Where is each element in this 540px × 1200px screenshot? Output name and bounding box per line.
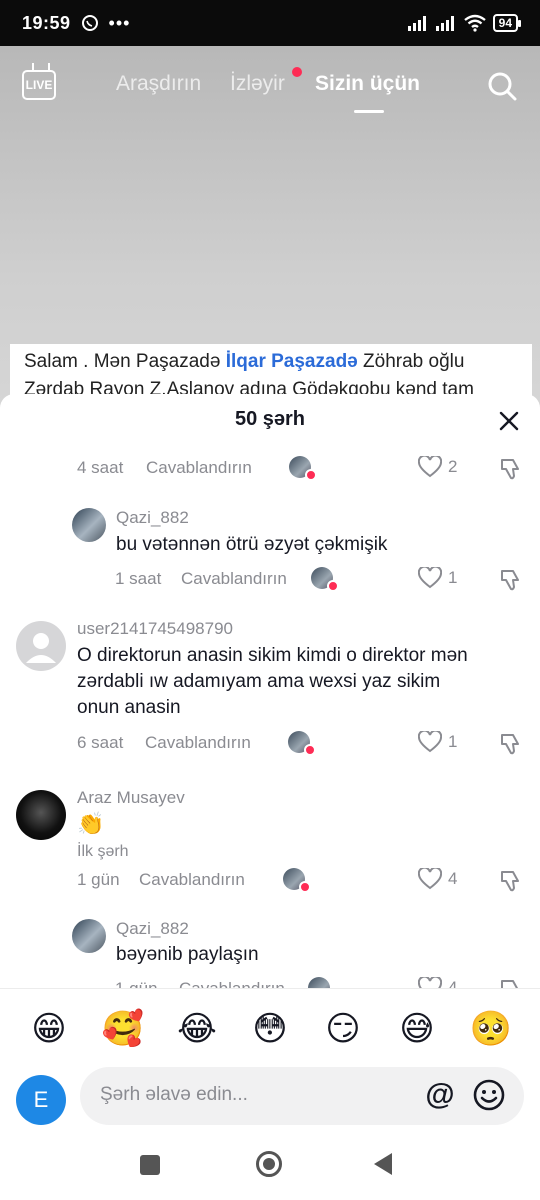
avatar[interactable]: [16, 790, 66, 840]
status-bar: 19:59 ••• 94: [0, 0, 540, 46]
back-button[interactable]: [374, 1153, 392, 1175]
reply-button[interactable]: Cavablandırın: [181, 569, 287, 589]
heart-outline-icon: [418, 567, 442, 589]
comment-time: 4 saat: [77, 458, 124, 477]
signal-icon: [435, 16, 454, 31]
close-icon[interactable]: [498, 410, 520, 432]
mention-icon[interactable]: @: [422, 1077, 458, 1113]
emoji-button[interactable]: 🥰: [101, 1007, 145, 1051]
like-count: 2: [448, 457, 458, 476]
emoji-picker-icon[interactable]: [472, 1078, 506, 1112]
creator-liked-avatar: [311, 567, 339, 592]
creator-liked-avatar: [283, 868, 311, 893]
comment-placeholder: Şərh əlavə edin...: [100, 1084, 248, 1105]
heart-outline-icon: [418, 731, 442, 753]
comment-username[interactable]: Qazi_882: [116, 508, 189, 528]
comment-username[interactable]: Araz Musayev: [77, 788, 185, 808]
dislike-icon[interactable]: [498, 456, 524, 482]
like-count: 4: [448, 869, 458, 888]
heart-outline-icon: [418, 456, 442, 478]
comment-text-line: zərdabli ıw adamıyam ama wexsi yaz sikim: [77, 671, 441, 692]
comment-text: bəyənib paylaşın: [116, 944, 259, 965]
top-navigation: LIVE Araşdırın İzləyir Sizin üçün: [0, 58, 540, 118]
heart-icon: [304, 744, 316, 756]
live-icon[interactable]: LIVE: [22, 70, 56, 100]
dislike-icon[interactable]: [498, 868, 524, 894]
comment-text-line: O direktorun anasin sikim kimdi o direkt…: [77, 645, 468, 666]
tab-for-you[interactable]: Sizin üçün: [315, 72, 420, 96]
comment-time: 1 saat: [115, 569, 162, 588]
comment-username[interactable]: user2141745498790: [77, 619, 233, 639]
creator-liked-avatar: [289, 456, 317, 481]
like-count: 1: [448, 732, 458, 751]
comments-count-title: 50 şərh: [234, 408, 306, 430]
avatar[interactable]: [16, 621, 66, 671]
status-time: 19:59: [22, 12, 71, 33]
avatar-letter: E: [33, 1087, 49, 1112]
system-navigation-bar: [0, 1137, 540, 1200]
battery-level: 94: [498, 16, 512, 30]
heart-icon: [305, 469, 317, 481]
tab-following[interactable]: İzləyir: [230, 72, 285, 96]
like-button[interactable]: 2: [418, 456, 457, 478]
comment-time: 6 saat: [77, 733, 124, 752]
notification-dot: [292, 67, 302, 77]
emoji-button[interactable]: 😂: [175, 1007, 219, 1051]
like-button[interactable]: 1: [418, 567, 457, 589]
active-tab-indicator: [354, 110, 384, 113]
emoji-button[interactable]: 😅: [395, 1007, 439, 1051]
emoji-bar: 😁 🥰 😂 😳 😏 😅 🥺: [0, 1007, 540, 1053]
emoji-button[interactable]: 😁: [27, 1007, 71, 1051]
first-comment-badge: İlk şərh: [77, 843, 129, 860]
signal-icon: [407, 16, 426, 31]
creator-liked-avatar: [288, 731, 316, 756]
reply-button[interactable]: Cavablandırın: [145, 733, 251, 753]
comment-username[interactable]: Qazi_882: [116, 919, 189, 939]
caption-mention[interactable]: İlqar Paşazadə: [226, 351, 358, 372]
avatar[interactable]: [72, 919, 106, 953]
reply-button[interactable]: Cavablandırın: [139, 870, 245, 890]
recents-button[interactable]: [140, 1155, 160, 1175]
comment-input[interactable]: Şərh əlavə edin... @: [80, 1067, 524, 1125]
comment-composer: 😁 🥰 😂 😳 😏 😅 🥺 E Şərh əlavə edin... @: [0, 988, 540, 1200]
wifi-icon: [463, 14, 486, 32]
whatsapp-icon: [81, 15, 98, 31]
emoji-button[interactable]: 😏: [321, 1007, 365, 1051]
comment-text: 👏: [77, 811, 105, 836]
emoji-button[interactable]: 🥺: [469, 1007, 513, 1051]
like-count: 1: [448, 568, 458, 587]
like-button[interactable]: 4: [418, 868, 457, 890]
live-label: LIVE: [25, 78, 53, 92]
like-button[interactable]: 1: [418, 731, 457, 753]
heart-outline-icon: [418, 868, 442, 890]
dislike-icon[interactable]: [498, 731, 524, 757]
heart-icon: [299, 881, 311, 893]
more-dots-icon: •••: [108, 12, 131, 33]
user-avatar[interactable]: E: [16, 1075, 66, 1125]
comment-time: 1 gün: [77, 870, 120, 889]
search-icon[interactable]: [486, 70, 518, 102]
caption-prefix: Salam . Mən Paşazadə: [24, 351, 226, 372]
heart-icon: [327, 580, 339, 592]
battery-icon: 94: [492, 14, 522, 32]
comment-text-line: onun anasin: [77, 697, 181, 718]
dislike-icon[interactable]: [498, 567, 524, 593]
comment-text: bu vətənnən ötrü əzyət çəkmişik: [116, 534, 388, 555]
avatar[interactable]: [72, 508, 106, 542]
emoji-button[interactable]: 😳: [248, 1007, 292, 1051]
tab-explore[interactable]: Araşdırın: [116, 72, 201, 96]
reply-button[interactable]: Cavablandırın: [146, 458, 252, 478]
default-user-icon: [26, 633, 56, 663]
home-button[interactable]: [256, 1151, 282, 1177]
